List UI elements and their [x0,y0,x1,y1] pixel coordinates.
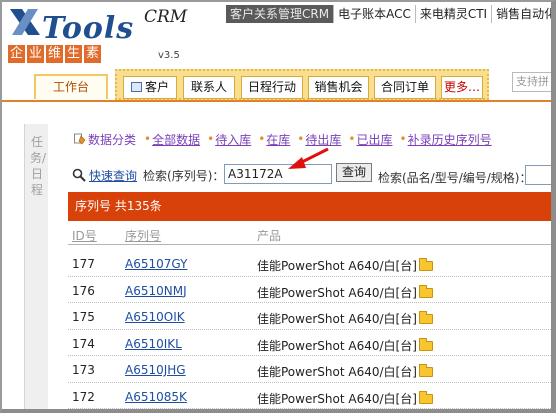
app-window: Tools CRM 企 业 维 生 素 v3.5 客户关系管理CRM 电子账本A… [0,0,556,413]
cell-product: 佳能PowerShot A640/白[台] [257,337,433,354]
tab-more[interactable]: 更多… [441,76,483,99]
filter-bar: 数据分类 • 全部数据 • 待入库 • 在库 • 待出库 • 已出库 • 补录历史序列号 [74,131,499,147]
logo: Tools CRM 企 业 维 生 素 v3.5 [6,5,187,63]
table-row: 174 A6510IKL 佳能PowerShot A640/白[台] [68,330,551,356]
logo-char: 生 [65,45,82,63]
cell-serial-link[interactable]: A6510NMJ [125,284,187,298]
bullet-icon: • [207,132,215,146]
cell-serial-link[interactable]: A6510OIK [125,310,185,324]
tab-label: 客户 [144,80,169,94]
folder-icon[interactable] [418,311,433,324]
cell-serial-link[interactable]: A6510JHG [125,363,186,377]
cell-product: 佳能PowerShot A640/白[台] [257,257,433,274]
red-arrow-annotation [288,147,329,169]
cell-id: 174 [72,336,95,351]
table-row: 172 A651085K 佳能PowerShot A640/白[台] [68,383,551,409]
top-link-acc[interactable]: 电子账本ACC [333,5,415,23]
logo-x-icon [10,9,40,35]
logo-char: 企 [8,45,25,63]
filter-in-stock[interactable]: 在库 [266,131,290,148]
category-icon [74,133,86,145]
logo-char: 素 [84,45,101,63]
top-link-crm[interactable]: 客户关系管理CRM [226,5,334,23]
cell-product: 佳能PowerShot A640/白[台] [257,363,433,380]
tab-contacts[interactable]: 联系人 [183,76,235,99]
tab-schedule[interactable]: 日程行动 [241,76,303,99]
table-row: 173 A6510JHG 佳能PowerShot A640/白[台] [68,356,551,383]
product-search-label: 检索(品名/型号/编号/规格)： [378,171,532,185]
cell-product: 佳能PowerShot A640/白[台] [257,310,433,327]
customer-card-icon [130,82,142,92]
logo-text: Tools [42,11,135,46]
global-search-input[interactable]: 支持拼 [512,72,551,92]
product-name: 佳能PowerShot A640/白[台] [257,259,417,273]
tab-opportunities[interactable]: 销售机会 [308,76,369,99]
table-row: 175 A6510OIK 佳能PowerShot A640/白[台] [68,303,551,330]
version-label: v3.5 [158,50,180,61]
header-id[interactable]: ID号 [72,227,97,244]
logo-char: 业 [27,45,44,63]
filter-pending-out[interactable]: 待出库 [305,131,341,148]
bullet-icon: • [144,132,152,146]
cell-product: 佳能PowerShot A640/白[台] [257,284,433,301]
cell-product: 佳能PowerShot A640/白[台] [257,390,433,407]
product-name: 佳能PowerShot A640/白[台] [257,312,417,326]
nav-divider [2,100,551,102]
product-name: 佳能PowerShot A640/白[台] [257,285,417,300]
side-panel-toggle[interactable]: 任务/日程 [24,124,48,409]
top-link-sfa[interactable]: 销售自动化 [491,5,551,23]
table-row: 176 A6510NMJ 佳能PowerShot A640/白[台] [68,277,551,303]
header-product: 产品 [257,229,282,243]
cell-id: 177 [72,257,95,271]
top-links: 客户关系管理CRM 电子账本ACC 来电精灵CTI 销售自动化 [226,5,551,23]
quick-search-link[interactable]: 快速查询 [89,167,137,184]
filter-shipped[interactable]: 已出库 [356,131,392,148]
filter-pending-in[interactable]: 待入库 [215,131,251,148]
cell-id: 176 [72,283,95,298]
filter-all[interactable]: 全部数据 [152,131,200,148]
bullet-icon: • [348,132,356,146]
query-button[interactable]: 查询 [336,163,372,182]
top-link-cti[interactable]: 来电精灵CTI [414,5,491,23]
side-panel-label: 任务/日程 [30,135,47,197]
cell-serial-link[interactable]: A651085K [125,390,187,404]
cell-serial-link[interactable]: A6510IKL [125,337,182,351]
module-tabs: 客户 联系人 日程行动 销售机会 合同订单 更多… [115,69,489,100]
cell-id: 172 [72,389,95,404]
folder-icon[interactable] [418,364,433,377]
table-header: ID号 序列号 产品 [68,225,551,245]
table-row: 177 A65107GY 佳能PowerShot A640/白[台] [68,250,551,277]
filter-history-serials[interactable]: 补录历史序列号 [408,131,492,148]
folder-icon[interactable] [418,284,433,298]
table-body: 177 A65107GY 佳能PowerShot A640/白[台] 176 A… [68,250,551,409]
cell-serial-link[interactable]: A65107GY [125,257,187,271]
bullet-icon: • [399,132,407,146]
tab-workbench[interactable]: 工作台 [34,74,108,99]
folder-icon[interactable] [418,390,433,404]
bullet-icon: • [258,132,266,146]
tab-customers[interactable]: 客户 [123,76,177,99]
cell-id: 175 [72,310,95,324]
folder-icon[interactable] [418,337,433,351]
tab-orders[interactable]: 合同订单 [374,76,436,99]
table-title-bar: 序列号 共135条 [68,192,551,221]
product-name: 佳能PowerShot A640/白[台] [257,365,417,379]
main-nav: 工作台 客户 联系人 日程行动 销售机会 合同订单 更多… 支持拼 [2,66,551,100]
folder-icon[interactable] [418,258,433,271]
logo-subtitle: 企 业 维 生 素 [8,45,103,63]
logo-crm: CRM [144,7,188,27]
data-category-label: 数据分类 [88,132,137,147]
product-name: 佳能PowerShot A640/白[台] [257,391,417,406]
logo-char: 维 [46,45,63,63]
serial-search-label: 检索(序列号)： [143,168,225,183]
bullet-icon: • [297,132,305,146]
product-search-input[interactable] [525,165,551,185]
quick-search-bar: 快速查询 检索(序列号)： [72,164,224,186]
header-serial[interactable]: 序列号 [125,227,161,244]
product-name: 佳能PowerShot A640/白[台] [257,338,417,353]
cell-id: 173 [72,363,95,377]
magnifier-icon [72,168,86,182]
